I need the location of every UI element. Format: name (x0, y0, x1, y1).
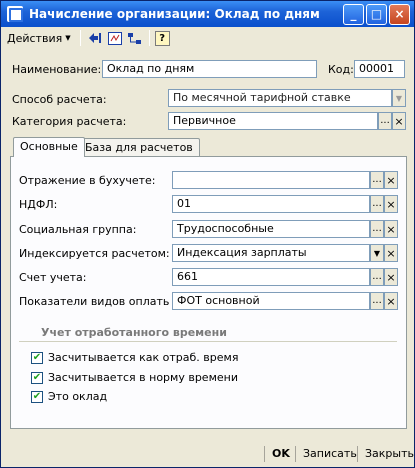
calc-category-input[interactable]: Первичное (168, 112, 378, 130)
social-group-clear-button[interactable]: × (384, 220, 398, 238)
name-input[interactable]: Оклад по дням (102, 60, 317, 78)
worktime-group-title: Учет отработанного времени (41, 326, 227, 339)
actions-menu[interactable]: Действия ▼ (3, 30, 75, 47)
close-button[interactable]: Закрыть (361, 445, 415, 462)
check-is-salary[interactable]: ✔ Это оклад (31, 390, 107, 403)
accounting-input[interactable] (172, 171, 370, 189)
ndfl-select-button[interactable]: ... (370, 195, 384, 213)
indexing-select[interactable]: Индексация зарплаты (172, 244, 370, 262)
name-label: Наименование: (12, 63, 102, 76)
check-counts-as-worked[interactable]: ✔ Засчитывается как отраб. время (31, 351, 238, 364)
maximize-button[interactable]: □ (366, 3, 387, 25)
structure-icon[interactable] (126, 30, 144, 47)
check-label: Засчитывается в норму времени (48, 371, 238, 384)
calc-method-select[interactable]: По месячной тарифной ставке (168, 89, 392, 107)
toolbar: Действия ▼ ? (3, 28, 412, 48)
indicators-clear-button[interactable]: × (384, 292, 398, 310)
accounting-label: Отражение в бухучете: (19, 174, 156, 187)
indicators-input[interactable]: ФОТ основной (172, 292, 370, 310)
check-counts-in-norm[interactable]: ✔ Засчитывается в норму времени (31, 371, 238, 384)
calc-category-select-button[interactable]: ... (378, 112, 392, 130)
window-title: Начисление организации: Оклад по дням (29, 7, 320, 21)
button-separator (264, 446, 265, 462)
button-separator (295, 446, 296, 462)
ok-button[interactable]: OK (268, 445, 294, 462)
indicators-label: Показатели видов оплаты т... (19, 295, 169, 308)
calc-method-label: Способ расчета: (12, 93, 107, 106)
ndfl-label: НДФЛ: (19, 198, 58, 211)
dialog-window: Начисление организации: Оклад по дням _ … (0, 0, 415, 468)
minimize-button[interactable]: _ (343, 3, 364, 25)
save-button[interactable]: Записать (299, 445, 361, 462)
check-label: Засчитывается как отраб. время (48, 351, 239, 364)
title-bar[interactable]: Начисление организации: Оклад по дням _ … (1, 1, 414, 27)
accounting-select-button[interactable]: ... (370, 171, 384, 189)
toolbar-separator (148, 30, 150, 46)
formula-icon[interactable] (106, 30, 124, 47)
indexing-label: Индексируется расчетом: (19, 247, 170, 260)
check-label: Это оклад (48, 390, 108, 403)
account-label: Счет учета: (19, 271, 87, 284)
code-label: Код: (328, 63, 354, 76)
checkbox-icon[interactable]: ✔ (31, 390, 43, 403)
group-divider (19, 341, 397, 342)
account-input[interactable]: 661 (172, 268, 370, 286)
indexing-dropdown-icon[interactable]: ▼ (370, 244, 384, 262)
toolbar-separator (79, 30, 81, 46)
indexing-clear-button[interactable]: × (384, 244, 398, 262)
social-group-select-button[interactable]: ... (370, 220, 384, 238)
checkbox-icon[interactable]: ✔ (31, 351, 43, 364)
code-input[interactable]: 00001 (354, 60, 405, 78)
calc-method-dropdown-icon[interactable]: ▼ (392, 89, 406, 107)
chevron-down-icon: ▼ (65, 34, 71, 42)
ndfl-clear-button[interactable]: × (384, 195, 398, 213)
checkbox-icon[interactable]: ✔ (31, 371, 43, 384)
button-separator (357, 446, 358, 462)
calc-category-label: Категория расчета: (12, 115, 127, 128)
account-clear-button[interactable]: × (384, 268, 398, 286)
tab-main[interactable]: Основные (13, 137, 85, 157)
bottom-bar: OK Записать Закрыть (1, 441, 414, 467)
tab-calc-base[interactable]: База для расчетов (78, 138, 200, 156)
ndfl-input[interactable]: 01 (172, 195, 370, 213)
close-window-button[interactable]: × (389, 3, 410, 25)
actions-menu-label: Действия (7, 31, 63, 45)
calc-category-clear-button[interactable]: × (392, 112, 406, 130)
indicators-select-button[interactable]: ... (370, 292, 384, 310)
account-select-button[interactable]: ... (370, 268, 384, 286)
help-button[interactable]: ? (154, 30, 170, 46)
accounting-clear-button[interactable]: × (384, 171, 398, 189)
back-arrow-icon[interactable] (86, 30, 104, 47)
social-group-label: Социальная группа: (19, 223, 137, 236)
social-group-input[interactable]: Трудоспособные (172, 220, 370, 238)
app-icon (7, 6, 23, 22)
